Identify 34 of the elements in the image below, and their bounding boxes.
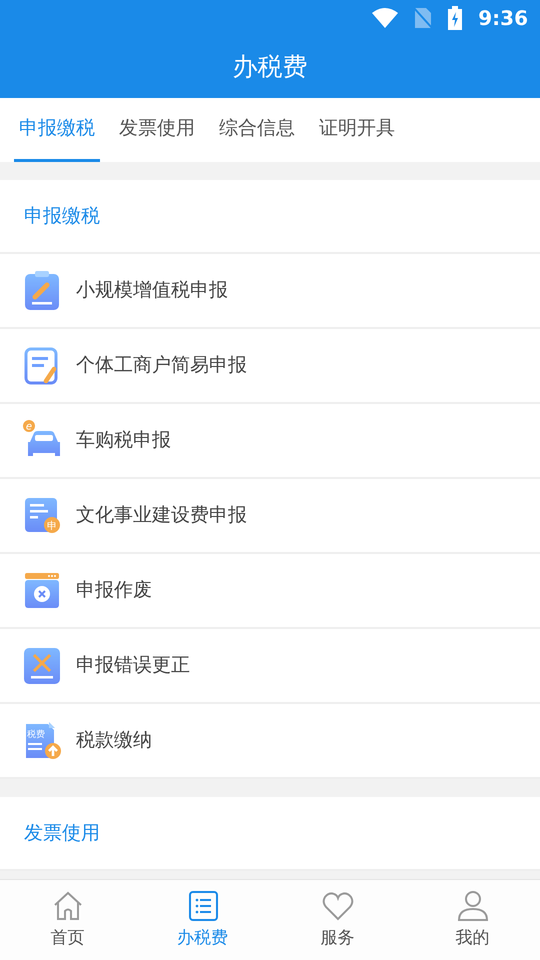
menu-item-label: 文化事业建设费申报: [76, 503, 247, 528]
menu-item[interactable]: e 车购税申报: [0, 404, 540, 479]
nav-tab[interactable]: 我的: [405, 880, 540, 960]
menu-item[interactable]: 申报作废: [0, 554, 540, 629]
menu-item[interactable]: 个体工商户简易申报: [0, 329, 540, 404]
nav-tab[interactable]: 办税费: [135, 880, 270, 960]
menu-item-label: 小规模增值税申报: [76, 278, 228, 304]
clock: 9:36: [478, 5, 528, 32]
menu-item[interactable]: 申报错误更正: [0, 629, 540, 704]
nav-tab[interactable]: 服务: [270, 880, 405, 960]
menu-item-label: 申报作废: [76, 578, 152, 604]
page-title: 办税费: [232, 51, 308, 84]
menu-item[interactable]: 税费 税款缴纳: [0, 704, 540, 779]
menu-item-label: 税款缴纳: [76, 728, 152, 754]
menu-item[interactable]: 小规模增值税申报: [0, 254, 540, 329]
heart-icon: [322, 890, 354, 922]
menu-item-label: 个体工商户简易申报: [76, 353, 247, 378]
menu-item[interactable]: 申 文化事业建设费申报: [0, 479, 540, 554]
person-icon: [456, 890, 488, 922]
menu-item-label: 申报错误更正: [76, 653, 190, 678]
section-title: 申报缴税: [0, 180, 540, 254]
battery-icon: [448, 6, 462, 30]
menu-item-label: 车购税申报: [76, 428, 171, 454]
wifi-icon: [372, 8, 398, 28]
nav-tab[interactable]: 首页: [0, 880, 135, 960]
clipboard-icon: [22, 270, 62, 312]
tab[interactable]: 申报缴税: [14, 98, 100, 162]
list-icon: [186, 890, 218, 922]
section-title: 发票使用: [0, 797, 540, 871]
home-icon: [52, 890, 84, 922]
tab[interactable]: 发票使用: [114, 98, 200, 162]
tab[interactable]: 综合信息: [214, 98, 300, 162]
no-sim-icon: [414, 7, 432, 29]
tab[interactable]: 证明开具: [314, 98, 400, 162]
